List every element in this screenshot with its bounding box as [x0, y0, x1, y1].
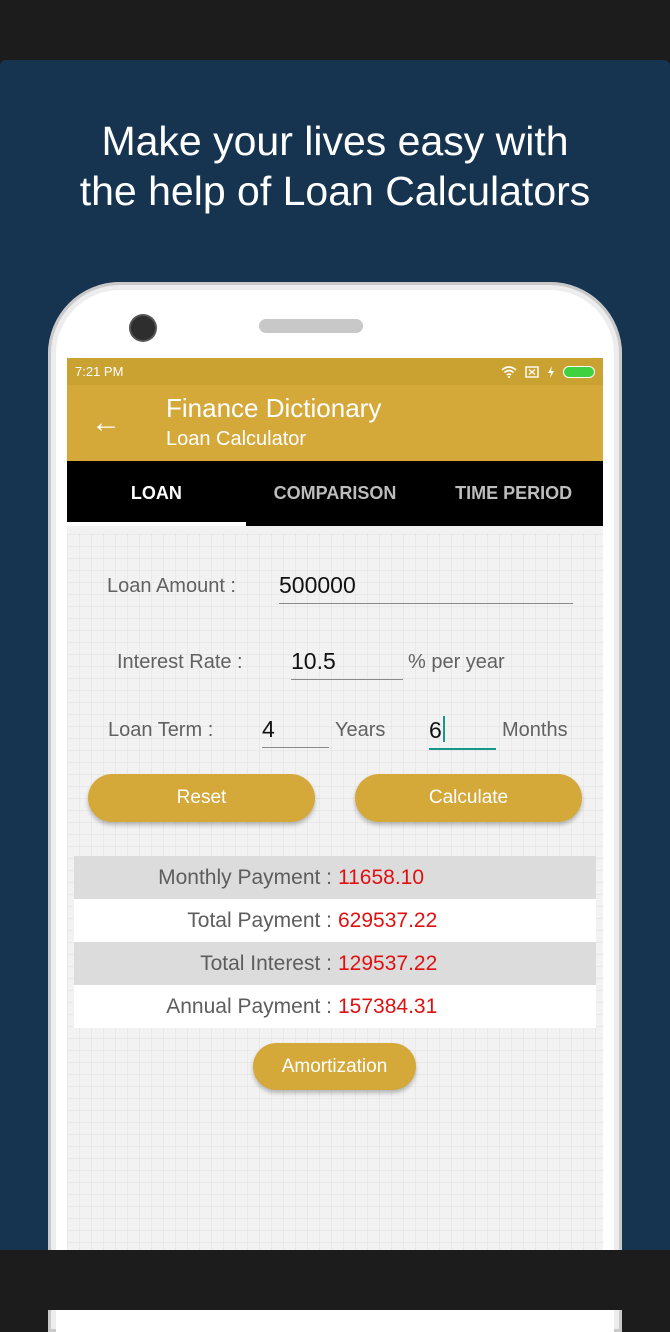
tab-comparison[interactable]: COMPARISON	[246, 461, 425, 526]
results-table: Monthly Payment : 11658.10 Total Payment…	[74, 856, 596, 1028]
status-icons	[501, 365, 595, 378]
loan-amount-label: Loan Amount :	[107, 575, 236, 597]
promo-headline: Make your lives easy with the help of Lo…	[0, 116, 670, 216]
total-interest-value: 129537.22	[338, 951, 438, 975]
loan-term-years-input[interactable]: 4	[262, 716, 329, 748]
result-row-total-interest: Total Interest : 129537.22	[74, 942, 596, 985]
interest-unit-label: % per year	[408, 651, 505, 673]
result-row-monthly-payment: Monthly Payment : 11658.10	[74, 856, 596, 899]
monthly-payment-value: 11658.10	[338, 865, 425, 889]
camera-icon	[131, 316, 155, 340]
headline-line-1: Make your lives easy with	[101, 118, 569, 164]
loan-term-months-input[interactable]: 6	[429, 716, 496, 750]
wifi-icon	[501, 365, 517, 378]
annual-payment-label: Annual Payment :	[166, 994, 332, 1018]
bottom-bar	[0, 1250, 670, 1310]
app-bar: ← Finance Dictionary Loan Calculator	[67, 385, 603, 461]
text-cursor	[442, 716, 445, 742]
sim-icon	[525, 365, 539, 378]
tab-loan[interactable]: LOAN	[67, 461, 246, 526]
back-arrow-icon[interactable]: ←	[91, 405, 121, 441]
total-payment-value: 629537.22	[338, 908, 438, 932]
total-interest-label: Total Interest :	[200, 951, 332, 975]
amortization-button[interactable]: Amortization	[253, 1043, 416, 1090]
monthly-payment-label: Monthly Payment :	[158, 865, 332, 889]
calculate-button[interactable]: Calculate	[355, 774, 582, 822]
interest-rate-label: Interest Rate :	[117, 651, 243, 673]
loan-amount-input[interactable]: 500000	[279, 572, 573, 604]
loan-term-label: Loan Term :	[108, 719, 214, 741]
total-payment-label: Total Payment :	[187, 908, 332, 932]
status-bar: 7:21 PM	[67, 358, 603, 385]
result-row-annual-payment: Annual Payment : 157384.31	[74, 985, 596, 1028]
months-label: Months	[502, 719, 568, 741]
tab-time-period[interactable]: TIME PERIOD	[424, 461, 603, 526]
tab-bar: LOAN COMPARISON TIME PERIOD	[67, 461, 603, 526]
months-value: 6	[429, 717, 442, 743]
speaker-grille	[259, 319, 363, 333]
annual-payment-value: 157384.31	[338, 994, 438, 1018]
charging-icon	[548, 365, 554, 378]
app-screen: 7:21 PM ← Finance Dictionary Loan Calcul…	[67, 358, 603, 1250]
loan-calculator-panel: Loan Amount : 500000 Interest Rate : 10.…	[67, 534, 603, 1250]
battery-icon	[563, 365, 595, 378]
app-subtitle: Loan Calculator	[166, 428, 307, 450]
result-row-total-payment: Total Payment : 629537.22	[74, 899, 596, 942]
reset-button[interactable]: Reset	[88, 774, 315, 822]
headline-line-2: the help of Loan Calculators	[79, 168, 591, 214]
years-label: Years	[335, 719, 386, 741]
app-title: Finance Dictionary	[166, 393, 382, 423]
interest-rate-input[interactable]: 10.5	[291, 648, 403, 680]
status-time: 7:21 PM	[75, 364, 124, 379]
